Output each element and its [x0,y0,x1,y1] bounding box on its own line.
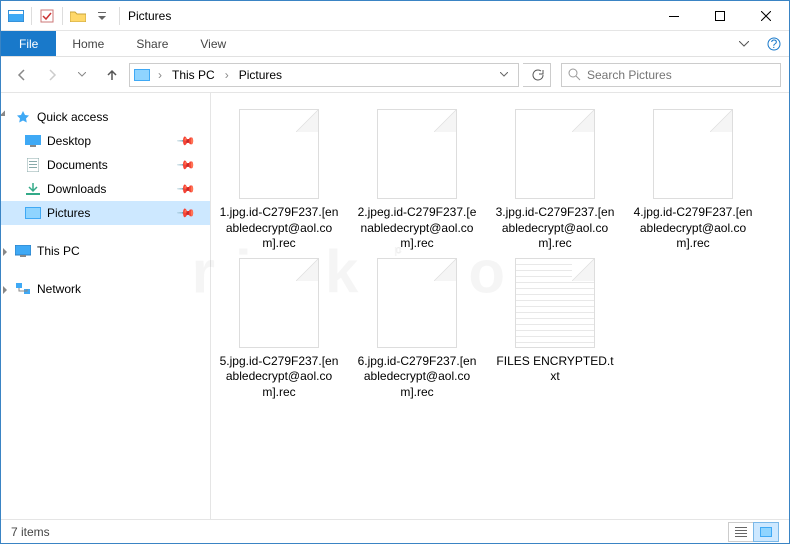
file-item[interactable]: 3.jpg.id-C279F237.[enabledecrypt@aol.com… [495,109,615,252]
file-name: 5.jpg.id-C279F237.[enabledecrypt@aol.com… [219,354,339,401]
file-thumbnail [515,109,595,199]
downloads-icon [25,181,41,197]
title-bar: Pictures [1,1,789,31]
chevron-right-icon[interactable]: › [221,68,233,82]
documents-icon [25,157,41,173]
forward-button[interactable] [39,62,65,88]
status-bar: 7 items [1,519,789,543]
tab-view[interactable]: View [184,31,242,56]
app-icon[interactable] [5,5,27,27]
pictures-icon [25,205,41,221]
file-name: 2.jpeg.id-C279F237.[enabledecrypt@aol.co… [357,205,477,252]
file-name: 1.jpg.id-C279F237.[enabledecrypt@aol.com… [219,205,339,252]
tab-home[interactable]: Home [56,31,120,56]
file-name: 4.jpg.id-C279F237.[enabledecrypt@aol.com… [633,205,753,252]
sidebar-item-downloads[interactable]: Downloads 📌 [1,177,210,201]
crumb-thispc[interactable]: This PC [170,68,217,82]
sidebar-item-pictures[interactable]: Pictures 📌 [1,201,210,225]
chevron-right-icon[interactable]: › [154,68,166,82]
window-controls [651,1,789,31]
search-icon [568,68,581,81]
file-thumbnail [515,258,595,348]
file-tab[interactable]: File [1,31,56,56]
sidebar-network[interactable]: Network [1,277,210,301]
file-item[interactable]: 6.jpg.id-C279F237.[enabledecrypt@aol.com… [357,258,477,401]
computer-icon [15,243,31,259]
sidebar-item-desktop[interactable]: Desktop 📌 [1,129,210,153]
recent-dropdown-icon[interactable] [69,62,95,88]
sidebar-item-documents[interactable]: Documents 📌 [1,153,210,177]
address-bar[interactable]: › This PC › Pictures [129,63,519,87]
pin-icon: 📌 [176,203,196,223]
star-icon [15,109,31,125]
file-thumbnail [239,109,319,199]
properties-icon[interactable] [36,5,58,27]
up-button[interactable] [99,62,125,88]
file-thumbnail [653,109,733,199]
close-button[interactable] [743,1,789,31]
desktop-icon [25,133,41,149]
pin-icon: 📌 [176,155,196,175]
help-icon[interactable]: ? [759,31,789,56]
navigation-pane: Quick access Desktop 📌 Documents 📌 Downl… [1,93,211,519]
body: Quick access Desktop 📌 Documents 📌 Downl… [1,93,789,519]
icons-view-button[interactable] [753,522,779,542]
quickaccess-label: Quick access [37,110,108,124]
back-button[interactable] [9,62,35,88]
file-thumbnail [239,258,319,348]
maximize-button[interactable] [697,1,743,31]
tab-share[interactable]: Share [120,31,184,56]
qat-dropdown-icon[interactable] [91,5,113,27]
window-title: Pictures [122,9,651,23]
refresh-button[interactable] [523,63,551,87]
explorer-window: Pictures File Home Share View ? › This P… [0,0,790,544]
file-thumbnail [377,109,457,199]
quick-access-toolbar [1,5,117,27]
folder-icon[interactable] [67,5,89,27]
file-item[interactable]: 2.jpeg.id-C279F237.[enabledecrypt@aol.co… [357,109,477,252]
file-name: FILES ENCRYPTED.txt [495,354,615,385]
pin-icon: 📌 [176,131,196,151]
file-item[interactable]: FILES ENCRYPTED.txt [495,258,615,401]
ribbon: File Home Share View ? [1,31,789,57]
file-area[interactable]: 1.jpg.id-C279F237.[enabledecrypt@aol.com… [211,93,789,519]
crumb-pictures[interactable]: Pictures [237,68,284,82]
svg-text:?: ? [771,37,778,51]
address-dropdown-icon[interactable] [494,72,514,77]
details-view-button[interactable] [728,522,754,542]
file-thumbnail [377,258,457,348]
file-name: 3.jpg.id-C279F237.[enabledecrypt@aol.com… [495,205,615,252]
file-grid: 1.jpg.id-C279F237.[enabledecrypt@aol.com… [219,109,781,401]
search-box[interactable] [561,63,781,87]
file-item[interactable]: 1.jpg.id-C279F237.[enabledecrypt@aol.com… [219,109,339,252]
expand-ribbon-icon[interactable] [729,31,759,56]
minimize-button[interactable] [651,1,697,31]
pin-icon: 📌 [176,179,196,199]
sidebar-thispc[interactable]: This PC [1,239,210,263]
file-name: 6.jpg.id-C279F237.[enabledecrypt@aol.com… [357,354,477,401]
navigation-bar: › This PC › Pictures [1,57,789,93]
pictures-icon [134,67,150,83]
search-input[interactable] [587,68,774,82]
network-icon [15,281,31,297]
sidebar-quickaccess[interactable]: Quick access [1,105,210,129]
file-item[interactable]: 5.jpg.id-C279F237.[enabledecrypt@aol.com… [219,258,339,401]
file-item[interactable]: 4.jpg.id-C279F237.[enabledecrypt@aol.com… [633,109,753,252]
item-count: 7 items [11,525,50,539]
